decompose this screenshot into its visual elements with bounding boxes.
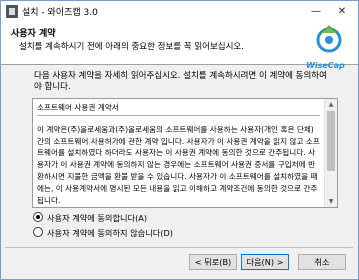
installer-app-icon [6, 5, 18, 18]
accept-radio-button[interactable] [33, 212, 43, 222]
back-button[interactable]: < 뒤로(B) [189, 254, 237, 270]
instruction-text: 다음 사용자 계약을 자세히 읽어주십시오. 설치를 계속하시려면 이 계약에 … [34, 71, 327, 92]
license-scrollbar[interactable]: ▲ ▼ [324, 99, 337, 207]
logo-text: WiseCap [306, 61, 345, 70]
page-subtitle: 설치를 계속하시기 전에 아래의 중요한 정보를 꼭 읽어보십시오. [19, 42, 244, 52]
license-textarea[interactable]: 소프트웨어 사용권 계약서 이 계약은(주)올로세움과(주)올로세움의 소프트웨… [32, 98, 338, 208]
accept-radio-label: 사용자 계약에 동의합니다(A) [47, 213, 148, 223]
scroll-down-icon[interactable]: ▼ [325, 196, 337, 207]
accept-radio[interactable]: 사용자 계약에 동의합니다(A) [33, 212, 147, 224]
installer-window: 설치 - 와이즈캡 3.0 — ✕ 사용자 계약 설치를 계속하시기 전에 아래… [0, 0, 359, 280]
scroll-thumb[interactable] [327, 111, 335, 171]
close-icon[interactable]: ✕ [330, 1, 354, 22]
scroll-up-icon[interactable]: ▲ [325, 99, 337, 110]
footer-separator [5, 247, 353, 248]
cancel-button[interactable]: 취소 [298, 254, 346, 270]
decline-radio[interactable]: 사용자 계약에 동의하지 않습니다(D) [33, 227, 173, 239]
title-bar: 설치 - 와이즈캡 3.0 — ✕ [1, 1, 358, 22]
license-content: 소프트웨어 사용권 계약서 이 계약은(주)올로세움과(주)올로세움의 소프트웨… [37, 102, 320, 206]
decline-radio-button[interactable] [33, 227, 43, 237]
wizard-header: 사용자 계약 설치를 계속하시기 전에 아래의 중요한 정보를 꼭 읽어보십시오… [1, 22, 358, 70]
minimize-icon[interactable]: — [304, 1, 328, 22]
next-button[interactable]: 다음(N) > [241, 254, 289, 270]
wisecap-logo-icon [316, 25, 342, 53]
page-title: 사용자 계약 [11, 29, 56, 39]
decline-radio-label: 사용자 계약에 동의하지 않습니다(D) [47, 228, 173, 238]
license-body: 이 계약은(주)올로세움과(주)올로세움의 소프트웨어를 사용하는 사용자(개인… [37, 124, 320, 205]
window-title: 설치 - 와이즈캡 3.0 [22, 8, 98, 18]
license-title: 소프트웨어 사용권 계약서 [37, 102, 320, 116]
